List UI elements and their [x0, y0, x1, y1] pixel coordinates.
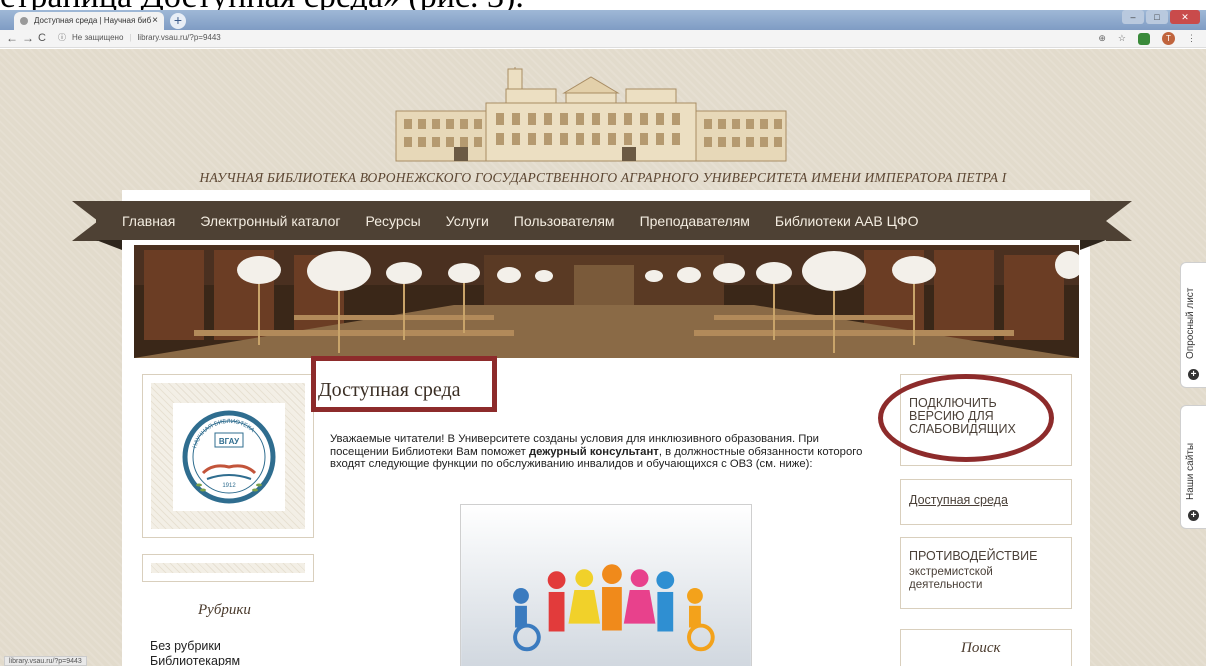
- new-tab-button[interactable]: +: [170, 13, 186, 29]
- url-text[interactable]: library.vsau.ru/?p=9443: [138, 33, 221, 42]
- our-sites-side-tab[interactable]: Наши сайты +: [1180, 405, 1206, 529]
- logo-year: 1912: [222, 483, 236, 489]
- empty-widget-background: [151, 563, 305, 573]
- logo-widget: ВГАУ 1912 НАУЧНАЯ БИБЛИОТЕКА: [142, 374, 314, 538]
- reading-room-banner: [134, 245, 1079, 358]
- toolbar-actions: ⊕ ☆ T ⋮: [1098, 32, 1196, 45]
- browser-toolbar: ← → C ⓘ Не защищено | library.vsau.ru/?p…: [0, 30, 1206, 48]
- low-vision-highlight-oval: [878, 374, 1054, 462]
- search-widget-title: Поиск: [961, 640, 1001, 656]
- rubric-item-librarians[interactable]: Библиотекарям: [150, 654, 240, 666]
- nav-ribbon-fold-left: [96, 240, 122, 250]
- accessible-environment-link[interactable]: Доступная среда: [909, 494, 1008, 507]
- search-widget: Поиск: [900, 629, 1072, 666]
- reload-button[interactable]: C: [38, 32, 46, 44]
- forward-button[interactable]: →: [22, 31, 34, 45]
- address-bar[interactable]: ⓘ Не защищено | library.vsau.ru/?p=9443: [58, 32, 221, 43]
- survey-side-tab[interactable]: Опросный лист +: [1180, 262, 1206, 388]
- bookmark-star-icon[interactable]: ☆: [1118, 33, 1126, 44]
- close-window-button[interactable]: ✕: [1170, 10, 1200, 24]
- empty-widget: [142, 554, 314, 582]
- heading-highlight-frame: [311, 356, 497, 412]
- site-title: НАУЧНАЯ БИБЛИОТЕКА ВОРОНЕЖСКОГО ГОСУДАРС…: [199, 170, 1007, 185]
- intro-bold-consultant: дежурный консультант: [528, 445, 659, 458]
- browser-tab[interactable]: Доступная среда | Научная биб ×: [14, 12, 164, 30]
- rubrics-title: Рубрики: [198, 602, 251, 618]
- counter-extremism-subtitle[interactable]: экстремистской деятельности: [909, 566, 1019, 592]
- tab-title: Доступная среда | Научная биб: [34, 16, 152, 25]
- counter-extremism-title[interactable]: ПРОТИВОДЕЙСТВИЕ: [909, 550, 1037, 563]
- info-icon[interactable]: ⓘ: [58, 32, 66, 43]
- university-building-illustration: [395, 67, 787, 162]
- zoom-icon[interactable]: ⊕: [1098, 33, 1106, 44]
- nav-item-services[interactable]: Услуги: [446, 213, 489, 229]
- nav-item-users[interactable]: Пользователям: [514, 213, 615, 229]
- back-button[interactable]: ←: [6, 31, 18, 45]
- counter-extremism-widget: ПРОТИВОДЕЙСТВИЕ экстремистской деятельно…: [900, 537, 1072, 609]
- main-navigation: Главная Электронный каталог Ресурсы Услу…: [96, 201, 1106, 240]
- tab-close-icon[interactable]: ×: [152, 15, 158, 26]
- nav-ribbon-right: [1106, 201, 1132, 241]
- survey-plus-icon: +: [1188, 369, 1199, 380]
- rubric-item-no-category[interactable]: Без рубрики: [150, 639, 221, 653]
- survey-side-tab-label: Опросный лист: [1185, 287, 1196, 359]
- nav-item-teachers[interactable]: Преподавателям: [640, 213, 750, 229]
- our-sites-side-tab-label: Наши сайты: [1185, 442, 1196, 500]
- extension-icon[interactable]: [1138, 32, 1150, 45]
- nav-ribbon-fold-right: [1080, 240, 1106, 250]
- intro-paragraph: Уважаемые читатели! В Университете созда…: [330, 433, 878, 471]
- tab-favicon-icon: [20, 17, 28, 25]
- nav-item-home[interactable]: Главная: [122, 213, 175, 229]
- address-separator: |: [129, 33, 132, 42]
- maximize-button[interactable]: □: [1146, 10, 1168, 24]
- our-sites-plus-icon: +: [1188, 510, 1199, 521]
- security-label: Не защищено: [72, 33, 124, 42]
- accessible-env-widget: Доступная среда: [900, 479, 1072, 525]
- browser-menu-icon[interactable]: ⋮: [1187, 33, 1196, 44]
- nav-ribbon-left: [72, 201, 98, 241]
- minimize-button[interactable]: –: [1122, 10, 1144, 24]
- library-logo[interactable]: ВГАУ 1912 НАУЧНАЯ БИБЛИОТЕКА: [173, 403, 285, 511]
- accessibility-people-image: [460, 504, 752, 666]
- profile-avatar[interactable]: T: [1162, 32, 1175, 45]
- web-page: НАУЧНАЯ БИБЛИОТЕКА ВОРОНЕЖСКОГО ГОСУДАРС…: [0, 49, 1206, 666]
- window-controls: – □ ✕: [1122, 10, 1200, 24]
- nav-item-catalog[interactable]: Электронный каталог: [200, 213, 340, 229]
- nav-item-libraries[interactable]: Библиотеки ААВ ЦФО: [775, 213, 919, 229]
- nav-item-resources[interactable]: Ресурсы: [366, 213, 421, 229]
- logo-center-text: ВГАУ: [219, 437, 240, 446]
- status-bar-url: library.vsau.ru/?p=9443: [4, 656, 87, 666]
